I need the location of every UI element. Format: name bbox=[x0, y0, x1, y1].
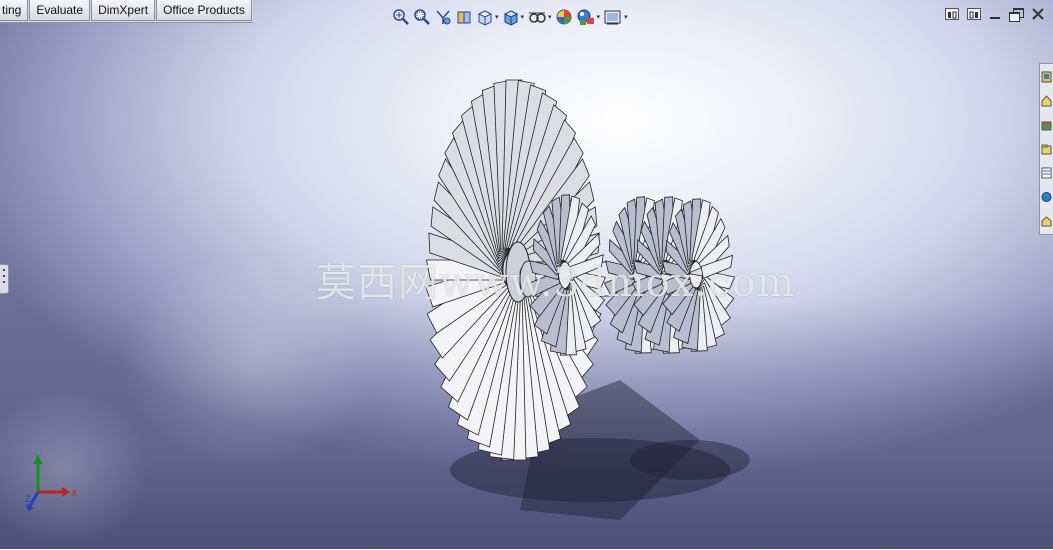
zoom-to-area-icon[interactable] bbox=[413, 7, 431, 27]
heads-up-view-toolbar: ▾ ▾ ▾ ▾ ▾ bbox=[392, 6, 628, 28]
design-library-icon[interactable] bbox=[1040, 90, 1053, 112]
view-orientation-icon[interactable]: ▾ bbox=[476, 7, 499, 27]
triad-x-label: X bbox=[71, 488, 77, 498]
display-style-caret[interactable]: ▾ bbox=[521, 13, 525, 21]
solidworks-resources-icon[interactable] bbox=[1040, 66, 1053, 88]
file-explorer-icon[interactable] bbox=[1040, 114, 1053, 136]
previous-view-icon[interactable] bbox=[434, 7, 452, 27]
apply-scene-icon[interactable]: ▾ bbox=[576, 7, 601, 27]
tab-dimxpert[interactable]: DimXpert bbox=[91, 0, 156, 21]
panel-splitter-handle[interactable] bbox=[0, 264, 9, 294]
triad-z-label: Z bbox=[25, 494, 31, 504]
restore-icon[interactable] bbox=[1009, 8, 1024, 22]
minimize-icon[interactable] bbox=[989, 8, 1001, 20]
zoom-to-fit-icon[interactable] bbox=[392, 7, 410, 27]
task-pane-tabs bbox=[1039, 63, 1053, 235]
section-view-icon[interactable] bbox=[455, 7, 473, 27]
apply-scene-caret[interactable]: ▾ bbox=[597, 13, 601, 21]
reference-triad: Y X Z bbox=[25, 453, 77, 511]
watermark-text: 莫西网www.3dmox.com bbox=[316, 260, 796, 306]
view-orientation-caret[interactable]: ▾ bbox=[495, 13, 499, 21]
view-palette-icon[interactable] bbox=[1040, 138, 1053, 160]
custom-properties-icon[interactable] bbox=[1040, 186, 1053, 208]
tab-sketching[interactable]: ting bbox=[0, 0, 29, 21]
window-controls bbox=[945, 8, 1045, 22]
triad-y-label: Y bbox=[35, 453, 41, 463]
edit-appearance-icon[interactable] bbox=[555, 7, 573, 27]
command-manager-tabs: ting Evaluate DimXpert Office Products bbox=[0, 0, 253, 23]
view-settings-caret[interactable]: ▾ bbox=[624, 13, 628, 21]
tab-evaluate[interactable]: Evaluate bbox=[29, 0, 91, 21]
tab-office-products[interactable]: Office Products bbox=[156, 0, 252, 21]
split-right-icon[interactable] bbox=[967, 8, 981, 20]
appearances-scenes-icon[interactable] bbox=[1040, 162, 1053, 184]
display-style-icon[interactable]: ▾ bbox=[502, 7, 525, 27]
graphics-area[interactable]: 莫西网www.3dmox.com Y X Z bbox=[0, 0, 1053, 550]
close-icon[interactable] bbox=[1031, 8, 1045, 20]
hide-show-items-icon[interactable]: ▾ bbox=[527, 7, 552, 27]
view-settings-icon[interactable]: ▾ bbox=[603, 7, 628, 27]
split-left-icon[interactable] bbox=[945, 8, 959, 20]
extra-pane-icon[interactable] bbox=[1040, 210, 1053, 232]
hide-show-caret[interactable]: ▾ bbox=[548, 13, 552, 21]
